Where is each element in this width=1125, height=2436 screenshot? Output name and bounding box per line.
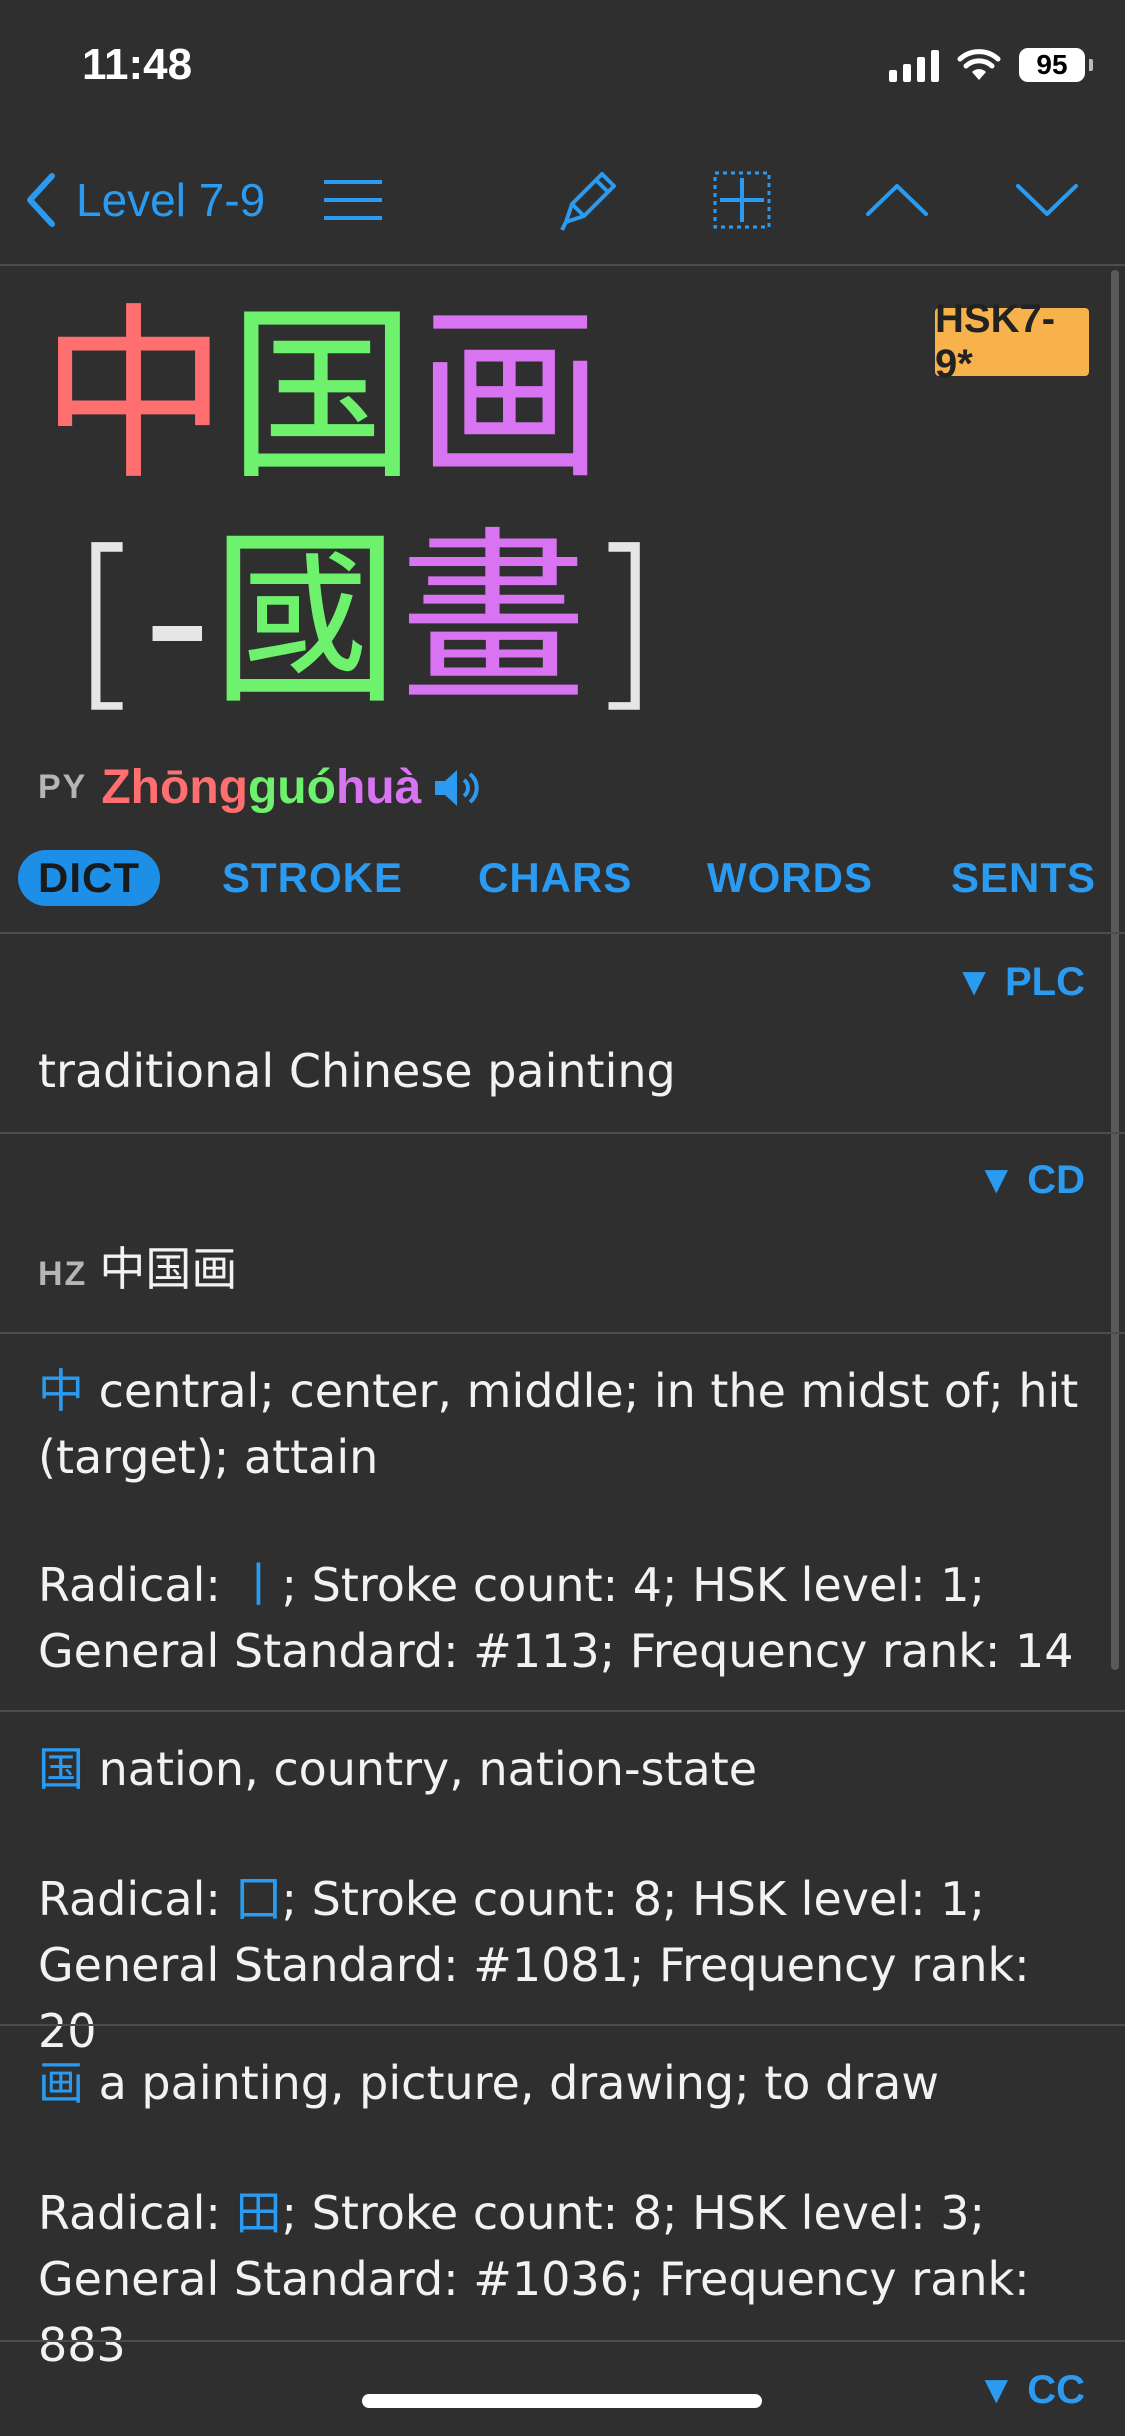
pencil-edit-icon[interactable]: [552, 164, 624, 236]
nav-bar: Level 7-9: [0, 140, 1125, 265]
add-grid-icon[interactable]: [712, 170, 772, 230]
char-meaning: nation, country, nation-state: [84, 1742, 758, 1796]
radical-link[interactable]: 丨: [236, 1558, 282, 1612]
list-menu-icon[interactable]: [322, 178, 384, 222]
char-info-line1: ; Stroke count: 4; HSK level: 1;: [281, 1558, 985, 1612]
wifi-icon: [957, 49, 1001, 80]
char-entry-2: 国 nation, country, nation-state: [38, 1736, 1098, 1802]
pinyin-syllable: huà: [335, 761, 422, 814]
plc-divider: [0, 1132, 1125, 1134]
status-time: 11:48: [82, 40, 193, 89]
tabs-divider: [0, 932, 1125, 934]
radical-prefix: Radical:: [38, 1558, 236, 1612]
headword-simplified: 中国画: [40, 292, 604, 502]
status-bar: 11:48 95: [0, 0, 1125, 140]
cellular-signal-icon: [889, 48, 939, 82]
hz-label: HZ: [38, 1255, 88, 1293]
char-info-line1: ; Stroke count: 8; HSK level: 3;: [281, 2186, 985, 2240]
scrollbar[interactable]: [1111, 270, 1119, 1670]
back-label: Level 7-9: [76, 174, 266, 226]
hsk-level-badge: HSK7-9*: [935, 297, 1089, 386]
char-entry-1: 中 central; center, middle; in the midst …: [38, 1358, 1098, 1490]
chevron-up-icon[interactable]: [864, 180, 930, 220]
back-button[interactable]: Level 7-9: [22, 170, 265, 230]
tab-stroke[interactable]: STROKE: [222, 854, 403, 902]
char-info-line2: General Standard: #1081; Frequency rank:…: [38, 1938, 1030, 2058]
tab-sents[interactable]: SENTS: [951, 854, 1096, 902]
pinyin-syllable: guó: [247, 761, 336, 814]
cd-hz-row: HZ 中国画: [38, 1236, 1098, 1307]
nav-divider: [0, 264, 1125, 266]
char-link[interactable]: 中: [38, 1364, 84, 1418]
char-info-1: Radical: 丨; Stroke count: 4; HSK level: …: [38, 1552, 1098, 1684]
screen: 11:48 95 Level 7-9 HSK7-9* 中国画 [-國畫] PY …: [0, 0, 1125, 2436]
status-icons: 95: [889, 48, 1093, 82]
char-meaning: a painting, picture, drawing; to draw: [84, 2056, 939, 2110]
char1-divider: [0, 1710, 1125, 1712]
headword-char: 中: [40, 287, 228, 506]
char-info-line2: General Standard: #113; Frequency rank: …: [38, 1624, 1074, 1678]
radical-prefix: Radical:: [38, 2186, 236, 2240]
hz-value: 中国画: [99, 1242, 238, 1296]
tab-chars[interactable]: CHARS: [478, 854, 632, 902]
chevron-down-icon[interactable]: [1014, 180, 1080, 220]
bracket-open: [: [70, 511, 144, 730]
cc-section-toggle[interactable]: ▼ CC: [977, 2368, 1085, 2413]
char-link[interactable]: 画: [38, 2056, 84, 2110]
tab-dict[interactable]: DICT: [18, 850, 160, 906]
bracket-close: ]: [587, 511, 661, 730]
trad-char: 國: [211, 511, 400, 730]
char3-divider: [0, 2340, 1125, 2342]
headword-traditional: [-國畫]: [70, 516, 661, 726]
headword-char: 国: [228, 287, 416, 506]
home-indicator[interactable]: [362, 2394, 762, 2408]
radical-link[interactable]: 田: [236, 2186, 282, 2240]
char-info-3: Radical: 田; Stroke count: 8; HSK level: …: [38, 2180, 1098, 2378]
radical-prefix: Radical:: [38, 1872, 236, 1926]
pinyin-label: PY: [38, 768, 88, 806]
char2-divider: [0, 2024, 1125, 2026]
plc-definition: traditional Chinese painting: [38, 1044, 676, 1098]
radical-link[interactable]: 囗: [236, 1872, 282, 1926]
speaker-icon[interactable]: [431, 766, 483, 810]
char-info-2: Radical: 囗; Stroke count: 8; HSK level: …: [38, 1866, 1098, 2064]
pinyin-syllable: Zhōng: [101, 761, 248, 814]
char-meaning: central; center, middle; in the midst of…: [38, 1364, 1079, 1484]
headword-char: 画: [416, 287, 604, 506]
tab-bar: DICT STROKE CHARS WORDS SENTS: [0, 844, 1125, 914]
cd-section-toggle[interactable]: ▼ CD: [977, 1158, 1085, 1203]
char-link[interactable]: 国: [38, 1742, 84, 1796]
char-info-line1: ; Stroke count: 8; HSK level: 1;: [281, 1872, 985, 1926]
pinyin-row: PY Zhōng guó huà: [38, 760, 483, 815]
char-info-line2: General Standard: #1036; Frequency rank:…: [38, 2252, 1030, 2372]
tab-words[interactable]: WORDS: [707, 854, 873, 902]
trad-char: 畫: [399, 511, 588, 730]
char-entry-3: 画 a painting, picture, drawing; to draw: [38, 2050, 1098, 2116]
battery-icon: 95: [1019, 48, 1093, 82]
cd-divider: [0, 1332, 1125, 1334]
chevron-left-icon: [27, 173, 55, 227]
trad-char: -: [143, 511, 212, 730]
plc-section-toggle[interactable]: ▼ PLC: [954, 960, 1085, 1005]
